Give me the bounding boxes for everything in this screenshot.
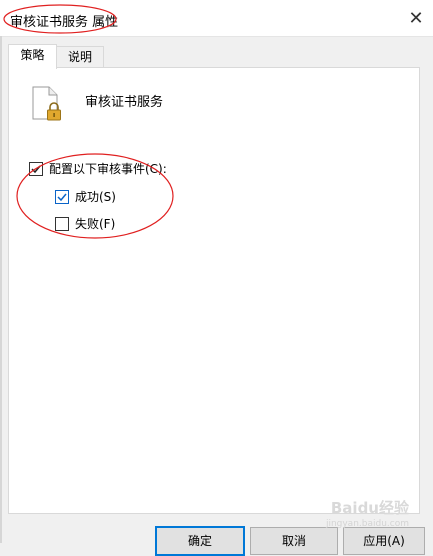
ok-button[interactable]: 确定 [155, 526, 245, 556]
failure-checkbox[interactable]: 失败(F) [55, 215, 115, 232]
document-lock-icon [32, 86, 61, 121]
failure-label: 失败(F) [75, 217, 116, 231]
window-title: 审核证书服务 属性 [10, 15, 119, 30]
tab-policy-label: 策略 [20, 48, 45, 62]
baidu-watermark-url: jingyan.baidu.com [325, 519, 409, 529]
configure-audit-label: 配置以下审核事件(C): [49, 162, 167, 176]
tab-explain-label: 说明 [67, 50, 92, 64]
success-checkbox[interactable]: 成功(S) [55, 188, 116, 205]
configure-audit-checkbox[interactable]: 配置以下审核事件(C): [29, 160, 167, 177]
policy-panel: 审核证书服务 配置以下审核事件(C): 成功(S) 失败(F) [8, 67, 420, 514]
service-name: 审核证书服务 [85, 95, 164, 110]
close-button[interactable]: ✕ [399, 0, 433, 36]
success-checkbox-box[interactable] [55, 189, 69, 204]
window-edge [0, 36, 2, 543]
configure-checkbox-box[interactable] [29, 161, 43, 176]
title-bar: 审核证书服务 属性 ✕ [0, 0, 433, 37]
baidu-watermark: Baidu经验 [330, 499, 409, 517]
failure-checkbox-box[interactable] [55, 216, 69, 231]
apply-button[interactable]: 应用(A) [343, 527, 425, 555]
check-icon [31, 165, 41, 173]
success-label: 成功(S) [75, 190, 116, 204]
tab-explain[interactable]: 说明 [56, 46, 104, 68]
check-icon [57, 193, 67, 201]
tab-policy[interactable]: 策略 [8, 44, 57, 69]
close-icon: ✕ [408, 7, 424, 29]
cancel-button[interactable]: 取消 [250, 527, 338, 555]
